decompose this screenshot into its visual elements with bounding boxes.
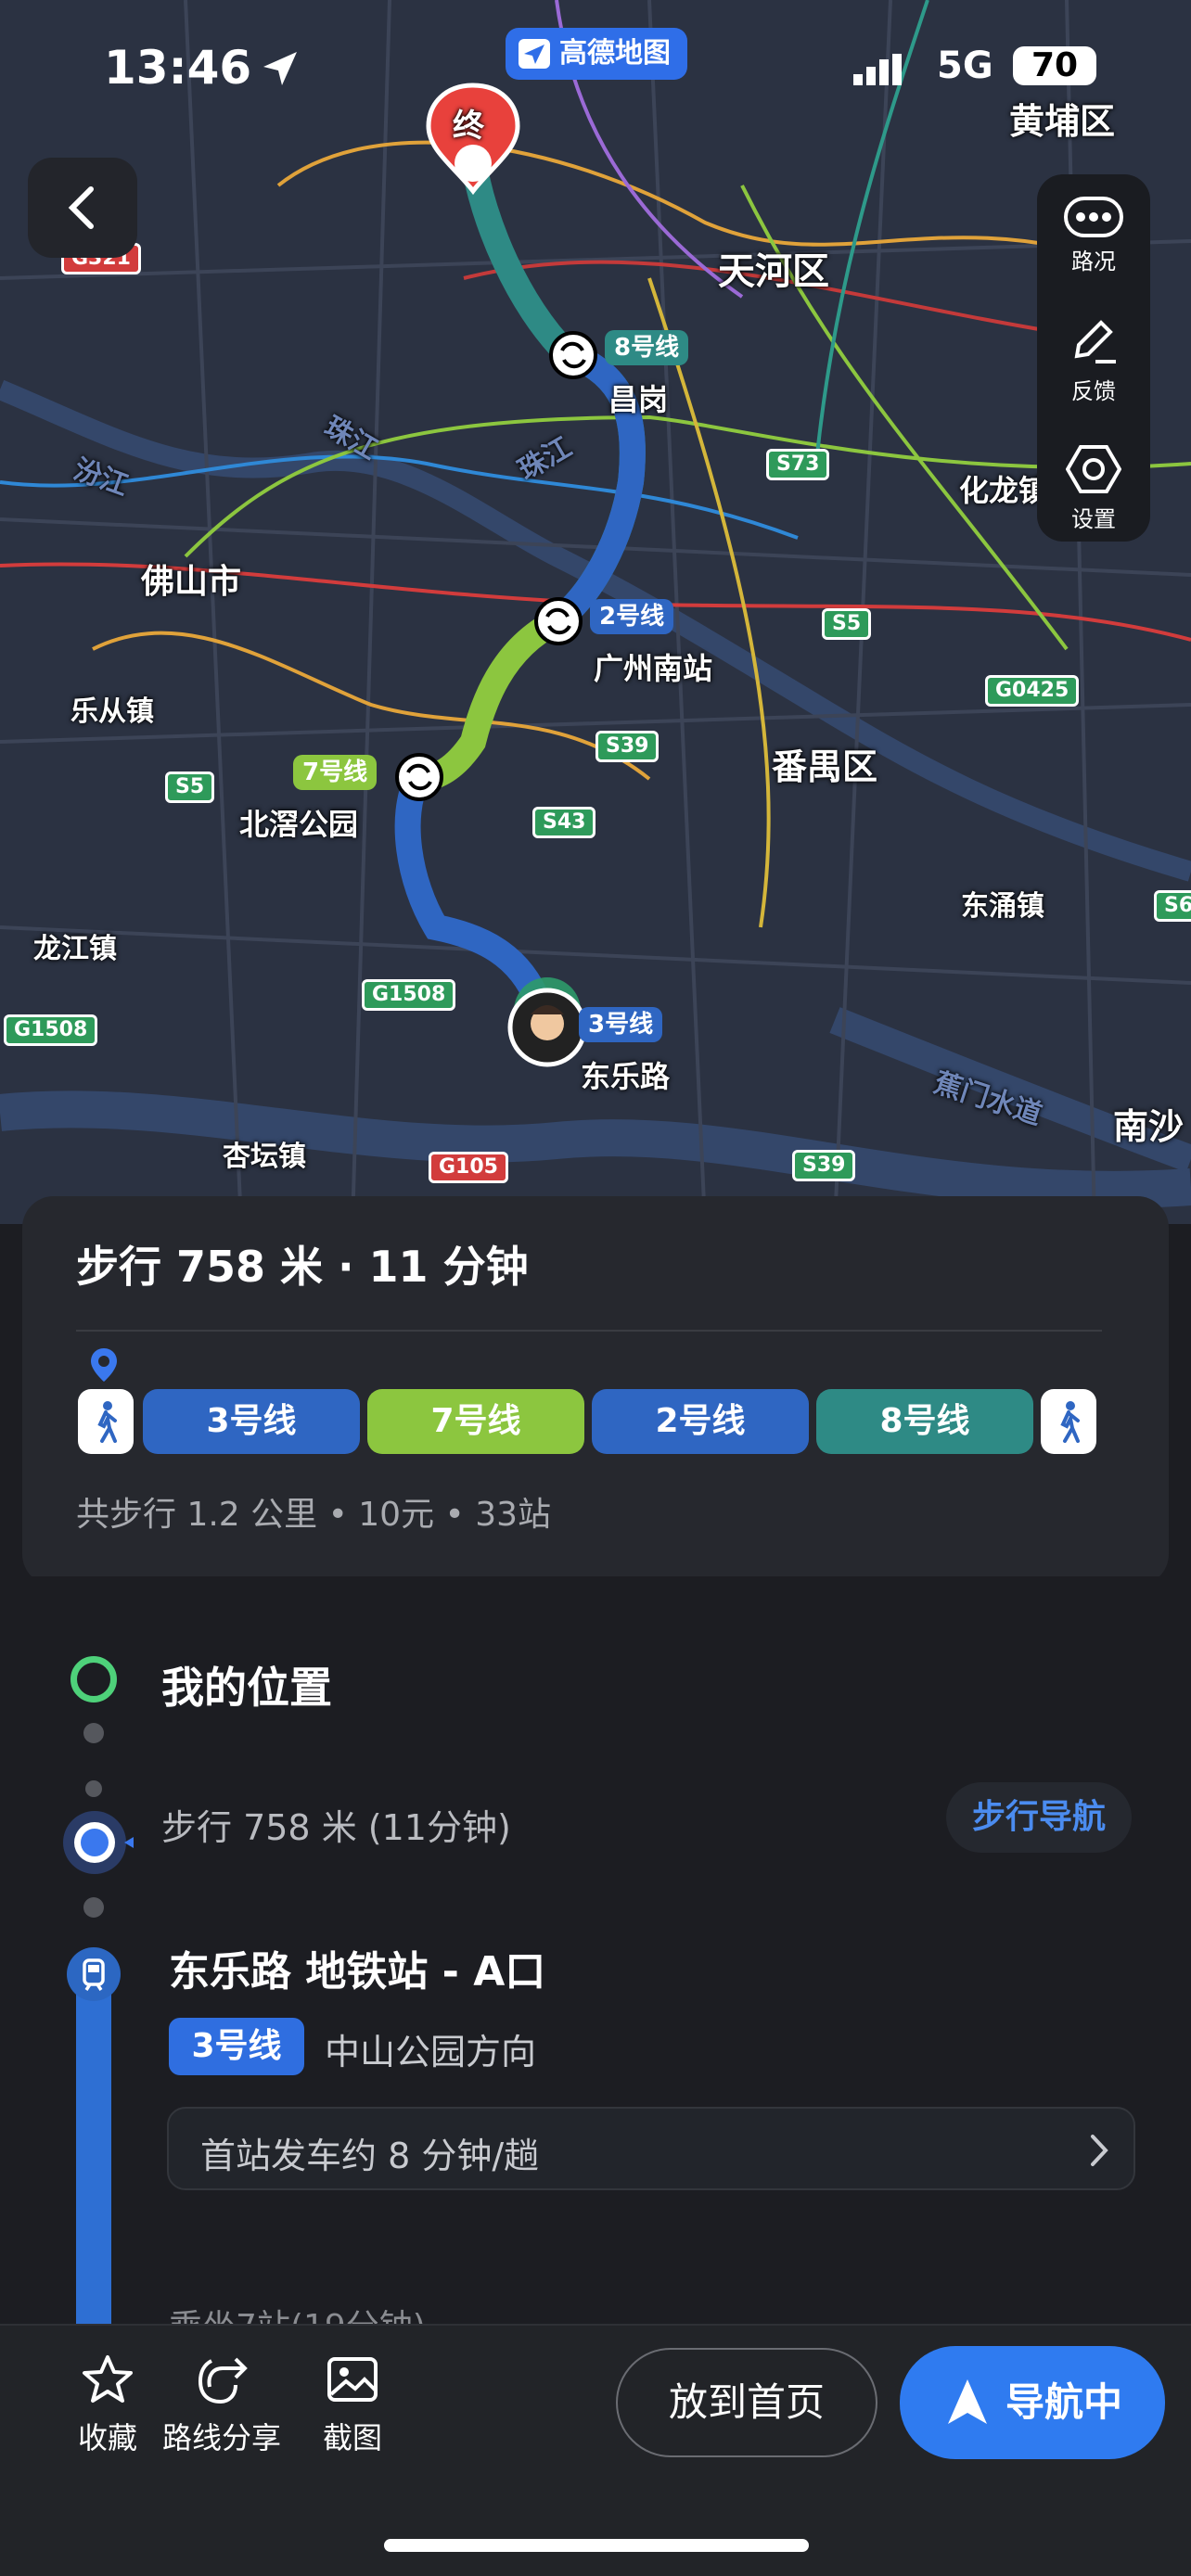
walk-segment-start [78, 1389, 134, 1454]
share-icon [198, 2357, 248, 2404]
step-dot [83, 1723, 104, 1743]
line-3-route-bar [76, 1994, 111, 2327]
road-shield: S6 [1154, 890, 1191, 922]
favorite-label: 收藏 [77, 2420, 137, 2455]
location-arrow-icon [263, 52, 297, 85]
walk-navigation-button[interactable]: 步行导航 [946, 1782, 1132, 1853]
traffic-icon [1064, 197, 1123, 237]
district-label: 乐从镇 [70, 695, 154, 728]
walk-segment-end [1041, 1389, 1096, 1454]
district-label: 番禺区 [772, 746, 878, 787]
navigation-arrow-icon [948, 2379, 987, 2424]
step-dot [83, 1897, 104, 1918]
feedback-button[interactable]: 反馈 [1037, 319, 1150, 405]
home-indicator[interactable] [384, 2539, 809, 2552]
line-tag: 3号线 [579, 1007, 663, 1042]
district-label: 佛山市 [141, 563, 242, 601]
segment-line-2: 2号线 [592, 1389, 809, 1454]
line-tag: 8号线 [605, 330, 689, 365]
line-tag: 2号线 [590, 599, 674, 634]
road-shield: S39 [596, 731, 660, 762]
route-meta: 共步行 1.2 公里 • 10元 • 33站 [76, 1496, 551, 1534]
screenshot-button[interactable]: 截图 [306, 2353, 399, 2457]
station-label[interactable]: 东乐路 [581, 1053, 670, 1096]
station-label[interactable]: 广州南站 [594, 645, 712, 688]
route-map[interactable]: 终 黄埔区 天河区 化龙镇 番禺区 东涌镇 南沙 佛山市 乐从镇 龙江镇 杏坛镇… [0, 0, 1191, 1224]
boarding-station: 东乐路 地铁站 - A口 [169, 1948, 546, 1996]
start-point-icon [70, 1656, 117, 1702]
navigation-button[interactable]: 导航中 [900, 2346, 1165, 2459]
clock: 13:46 [104, 41, 252, 95]
feedback-label: 反馈 [1071, 378, 1116, 404]
station-label[interactable]: 北滘公园 [239, 801, 358, 844]
settings-button[interactable]: 设置 [1037, 443, 1150, 533]
district-label: 东涌镇 [961, 890, 1044, 923]
road-shield: G105 [429, 1152, 508, 1183]
road-shield: G1508 [362, 979, 456, 1011]
district-label: 龙江镇 [33, 933, 117, 965]
my-location-label: 我的位置 [161, 1663, 332, 1713]
road-shield: G1508 [4, 1014, 98, 1046]
app-return-chip[interactable]: 高德地图 [506, 28, 687, 80]
traffic-label: 路况 [1071, 249, 1116, 274]
road-shield: S43 [532, 807, 596, 838]
back-button[interactable] [28, 158, 137, 258]
battery-indicator: 70 [1013, 46, 1096, 85]
segment-line-3: 3号线 [143, 1389, 360, 1454]
walk-step-text: 步行 758 米 (11分钟) [161, 1807, 511, 1848]
road-shield: G0425 [985, 675, 1080, 707]
map-controls: 路况 反馈 设置 [1037, 174, 1150, 542]
favorite-button[interactable]: 收藏 [52, 2353, 163, 2457]
share-route-label: 路线分享 [161, 2420, 281, 2455]
settings-icon [1066, 445, 1121, 493]
paper-plane-icon [519, 39, 550, 69]
district-label: 化龙镇 [959, 473, 1049, 508]
divider [76, 1330, 1102, 1332]
signal-icon [853, 54, 902, 85]
metro-icon [67, 1947, 121, 2001]
location-marker-icon [63, 1811, 134, 1874]
road-shield: S5 [822, 608, 872, 640]
walking-person-icon [97, 1401, 117, 1443]
star-icon [83, 2355, 133, 2403]
line-badge: 3号线 [169, 2018, 304, 2075]
chevron-right-icon [1091, 2135, 1108, 2166]
road-shield: S5 [165, 772, 215, 803]
step-dot [85, 1780, 102, 1797]
line-tag: 7号线 [293, 755, 378, 790]
segment-line-8: 8号线 [816, 1389, 1033, 1454]
first-train-row[interactable]: 首站发车约 8 分钟/趟 [167, 2107, 1135, 2190]
walking-person-icon [1060, 1401, 1080, 1443]
screenshot-label: 截图 [322, 2420, 382, 2455]
end-marker-label[interactable]: 终 [453, 100, 484, 146]
network-type: 5G [937, 45, 993, 87]
traffic-button[interactable]: 路况 [1037, 197, 1150, 275]
share-route-button[interactable]: 路线分享 [152, 2353, 291, 2457]
segment-line-7: 7号线 [367, 1389, 584, 1454]
district-label: 杏坛镇 [223, 1141, 306, 1173]
feedback-icon [1074, 320, 1116, 363]
route-summary-title: 步行 758 米 · 11 分钟 [76, 1242, 529, 1292]
navigation-label: 导航中 [1005, 2379, 1123, 2425]
road-shield: S73 [766, 449, 830, 480]
district-label: 天河区 [718, 250, 829, 293]
image-icon [327, 2357, 378, 2402]
first-train-text: 首站发车约 8 分钟/趟 [200, 2136, 540, 2176]
add-to-home-button[interactable]: 放到首页 [616, 2348, 877, 2457]
app-name: 高德地图 [559, 37, 671, 70]
settings-label: 设置 [1071, 506, 1116, 532]
road-shield: S39 [792, 1150, 856, 1181]
station-label[interactable]: 昌岗 [608, 376, 668, 419]
start-pin-icon [91, 1348, 117, 1382]
district-label: 南沙 [1113, 1106, 1185, 1147]
line-direction: 中山公园方向 [325, 2032, 537, 2072]
chevron-left-icon [68, 186, 94, 229]
